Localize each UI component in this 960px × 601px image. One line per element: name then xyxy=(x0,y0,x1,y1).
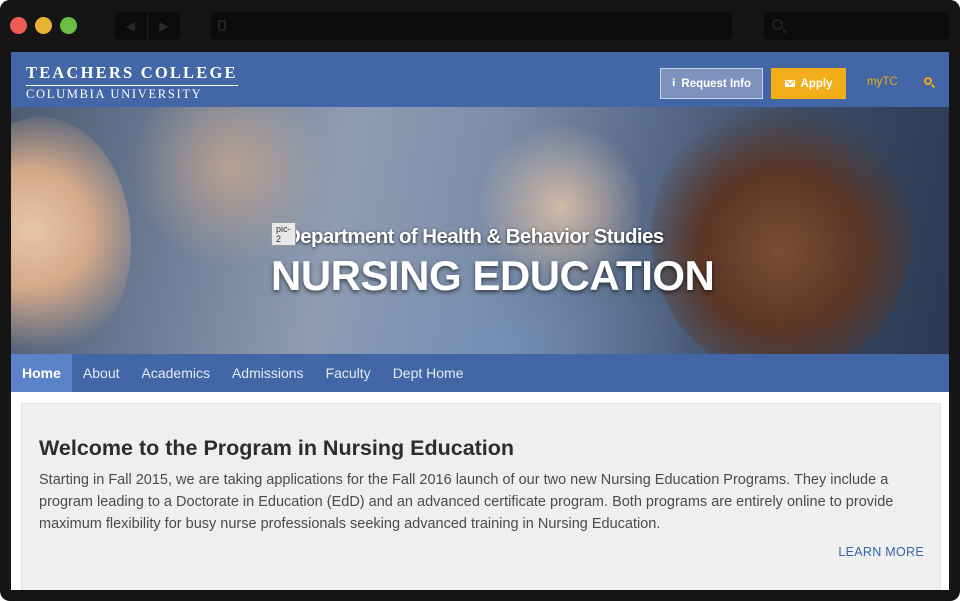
search-icon[interactable] xyxy=(924,77,932,85)
mytc-link[interactable]: myTC xyxy=(867,76,898,88)
nav-item-home[interactable]: Home xyxy=(11,354,72,392)
browser-window: ◀ ▶ TEACHERS COLLEGE COLUMBIA UNIVERSITY… xyxy=(0,0,960,601)
hero-photo-figure xyxy=(651,107,911,354)
minimize-window-button[interactable] xyxy=(35,17,52,34)
maximize-window-button[interactable] xyxy=(60,17,77,34)
search-icon xyxy=(772,19,783,30)
nav-item-admissions[interactable]: Admissions xyxy=(221,354,315,392)
nav-item-dept-home[interactable]: Dept Home xyxy=(382,354,475,392)
close-window-button[interactable] xyxy=(10,17,27,34)
hero-banner: Department of Health & Behavior Studies … xyxy=(11,107,949,354)
forward-arrow-icon[interactable]: ▶ xyxy=(147,12,180,40)
main-nav: Home About Academics Admissions Faculty … xyxy=(11,354,949,392)
program-title: NURSING EDUCATION xyxy=(271,252,715,299)
page-icon xyxy=(218,20,226,31)
info-icon: i xyxy=(671,78,676,89)
apply-button[interactable]: Apply xyxy=(771,68,846,99)
envelope-icon xyxy=(784,80,795,87)
department-subtitle: Department of Health & Behavior Studies xyxy=(286,225,664,248)
apply-label: Apply xyxy=(800,77,833,90)
page-viewport: TEACHERS COLLEGE COLUMBIA UNIVERSITY i R… xyxy=(11,52,949,590)
request-info-button[interactable]: i Request Info xyxy=(660,68,763,99)
welcome-title: Welcome to the Program in Nursing Educat… xyxy=(39,436,515,460)
browser-titlebar: ◀ ▶ xyxy=(0,0,960,52)
request-info-label: Request Info xyxy=(681,77,752,90)
hero-photo-figure xyxy=(11,117,131,354)
address-bar[interactable] xyxy=(210,12,732,40)
logo-line-1: TEACHERS COLLEGE xyxy=(26,63,238,86)
pic-label: pic-2 xyxy=(271,222,296,246)
back-arrow-icon[interactable]: ◀ xyxy=(114,12,147,40)
nav-item-faculty[interactable]: Faculty xyxy=(315,354,382,392)
welcome-panel: Welcome to the Program in Nursing Educat… xyxy=(21,403,941,590)
teachers-college-logo[interactable]: TEACHERS COLLEGE COLUMBIA UNIVERSITY xyxy=(26,63,238,102)
logo-line-2: COLUMBIA UNIVERSITY xyxy=(26,87,203,101)
nav-item-academics[interactable]: Academics xyxy=(131,354,221,392)
welcome-body: Starting in Fall 2015, we are taking app… xyxy=(39,472,894,532)
site-header: TEACHERS COLLEGE COLUMBIA UNIVERSITY i R… xyxy=(11,52,949,107)
browser-search-field[interactable] xyxy=(764,12,950,40)
learn-more-link[interactable]: LEARN MORE xyxy=(838,545,924,559)
history-buttons: ◀ ▶ xyxy=(114,12,180,40)
nav-item-about[interactable]: About xyxy=(72,354,131,392)
